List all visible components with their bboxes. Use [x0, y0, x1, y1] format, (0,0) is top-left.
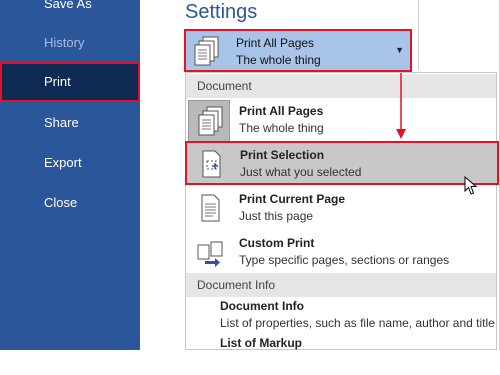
selection-icon — [189, 144, 231, 186]
menu-item-custom-print[interactable]: Custom Print Type specific pages, sectio… — [186, 231, 496, 275]
menu-item-desc: List of properties, such as file name, a… — [220, 316, 495, 330]
chevron-down-icon: ▼ — [395, 45, 404, 55]
all-pages-icon — [188, 100, 230, 142]
page-icon — [188, 188, 230, 230]
menu-item-label: Document Info — [220, 299, 304, 313]
menu-item-list-of-markup[interactable]: List of Markup — [186, 331, 496, 375]
menu-item-desc: The whole thing — [239, 121, 324, 135]
nav-save-as[interactable]: Save As — [0, 0, 140, 24]
menu-item-print-all-pages[interactable]: Print All Pages The whole thing — [186, 99, 496, 143]
menu-item-print-current-page[interactable]: Print Current Page Just this page — [186, 187, 496, 231]
group-header-document: Document — [186, 74, 496, 98]
nav-print[interactable]: Print — [0, 62, 140, 102]
dropdown-selected-label: Print All Pages — [236, 36, 315, 50]
nav-history[interactable]: History — [0, 23, 140, 63]
menu-item-desc: Just what you selected — [240, 165, 362, 179]
dropdown-selected-desc: The whole thing — [236, 53, 321, 67]
menu-item-desc: Type specific pages, sections or ranges — [239, 253, 450, 267]
print-range-menu: Document Print All Pages The whole thing — [185, 72, 499, 350]
backstage-sidebar: Save As History Print Share Export Close — [0, 0, 140, 350]
divider — [418, 0, 419, 70]
annotation-arrow-icon — [396, 73, 406, 139]
menu-item-label: Print Current Page — [239, 192, 346, 206]
mouse-cursor-icon — [464, 176, 478, 195]
menu-item-label: Print All Pages — [239, 104, 324, 118]
menu-item-desc: Just this page — [239, 209, 314, 223]
menu-item-label: List of Markup — [220, 336, 303, 350]
menu-item-label: Print Selection — [240, 148, 325, 162]
settings-heading: Settings — [185, 1, 258, 23]
print-range-dropdown[interactable]: Print All Pages The whole thing ▼ — [184, 29, 412, 72]
nav-share[interactable]: Share — [0, 103, 140, 143]
nav-export[interactable]: Export — [0, 143, 140, 183]
custom-print-icon — [188, 232, 230, 274]
menu-item-label: Custom Print — [239, 236, 315, 250]
all-pages-icon — [194, 36, 220, 73]
nav-close[interactable]: Close — [0, 183, 140, 223]
menu-item-print-selection[interactable]: Print Selection Just what you selected — [185, 141, 499, 185]
